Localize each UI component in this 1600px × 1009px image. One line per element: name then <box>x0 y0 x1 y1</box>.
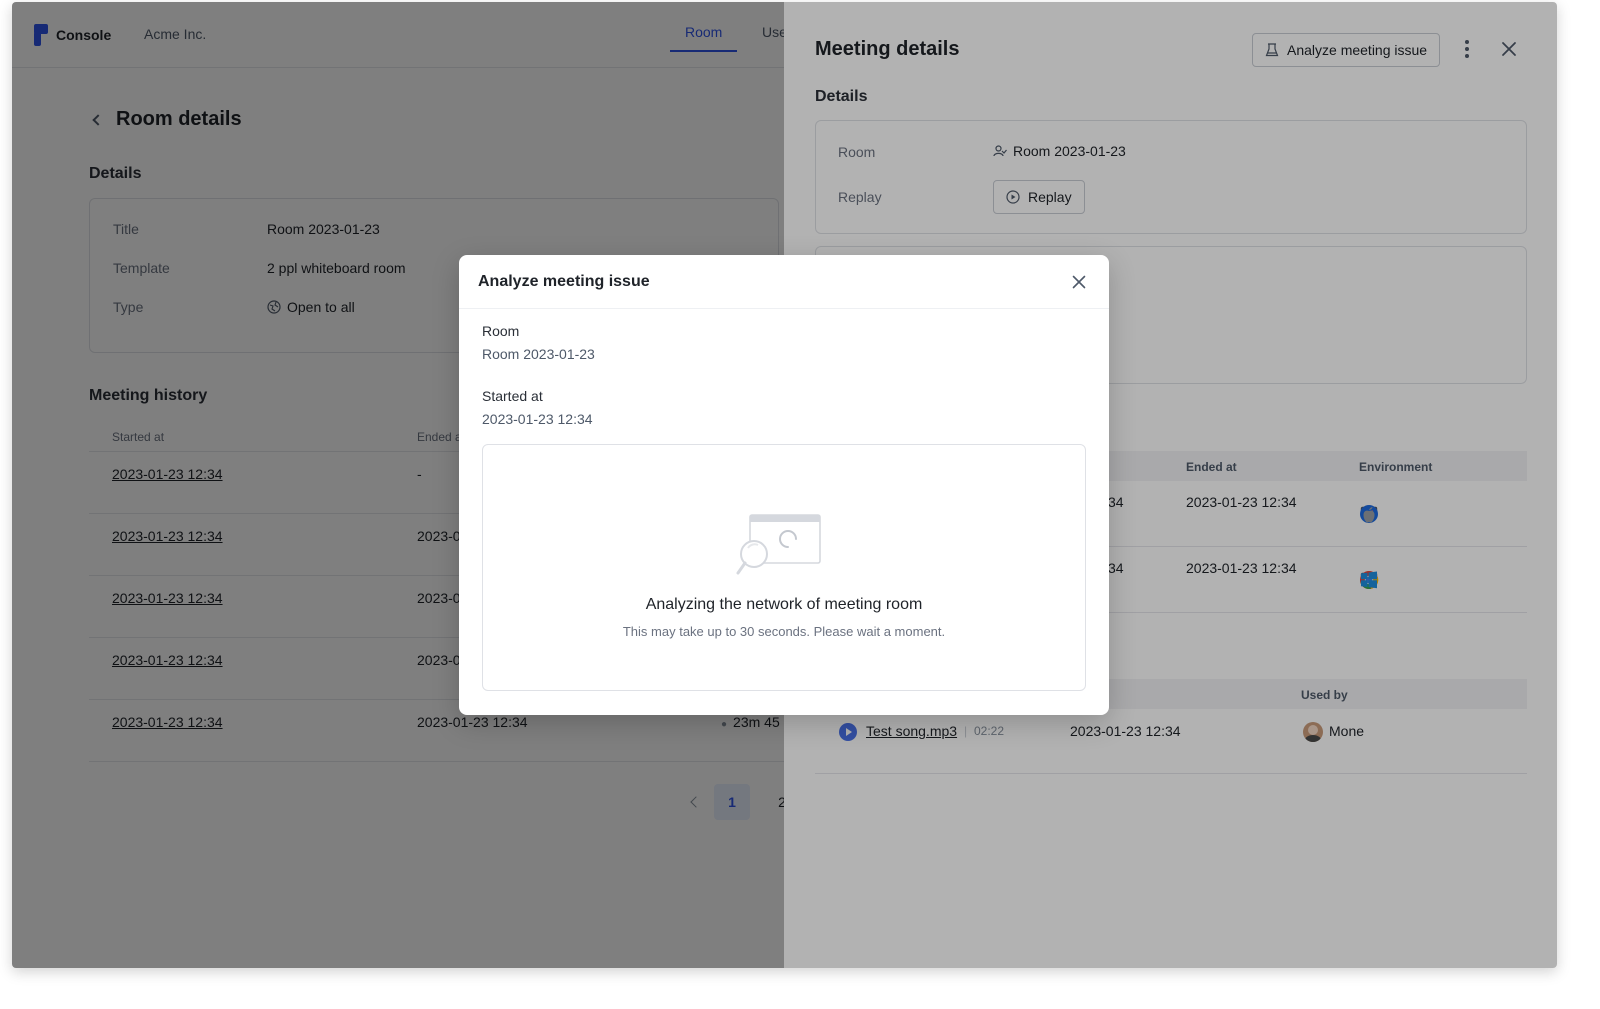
analyze-meeting-issue-dialog: Analyze meeting issue Room Room 2023-01-… <box>459 255 1109 715</box>
started-at-value: 2023-01-23 12:34 <box>482 411 593 427</box>
close-icon[interactable] <box>1071 274 1087 290</box>
analysis-status-title: Analyzing the network of meeting room <box>645 596 923 613</box>
network-analysis-illustration-icon <box>736 514 821 575</box>
analysis-status-panel: Analyzing the network of meeting room Th… <box>482 444 1086 691</box>
room-value: Room 2023-01-23 <box>482 346 595 362</box>
dialog-header: Analyze meeting issue <box>459 255 1109 309</box>
started-at-label: Started at <box>482 388 543 404</box>
dialog-title: Analyze meeting issue <box>478 273 650 290</box>
room-label: Room <box>482 323 520 339</box>
analysis-status-subtitle: This may take up to 30 seconds. Please w… <box>622 624 946 639</box>
